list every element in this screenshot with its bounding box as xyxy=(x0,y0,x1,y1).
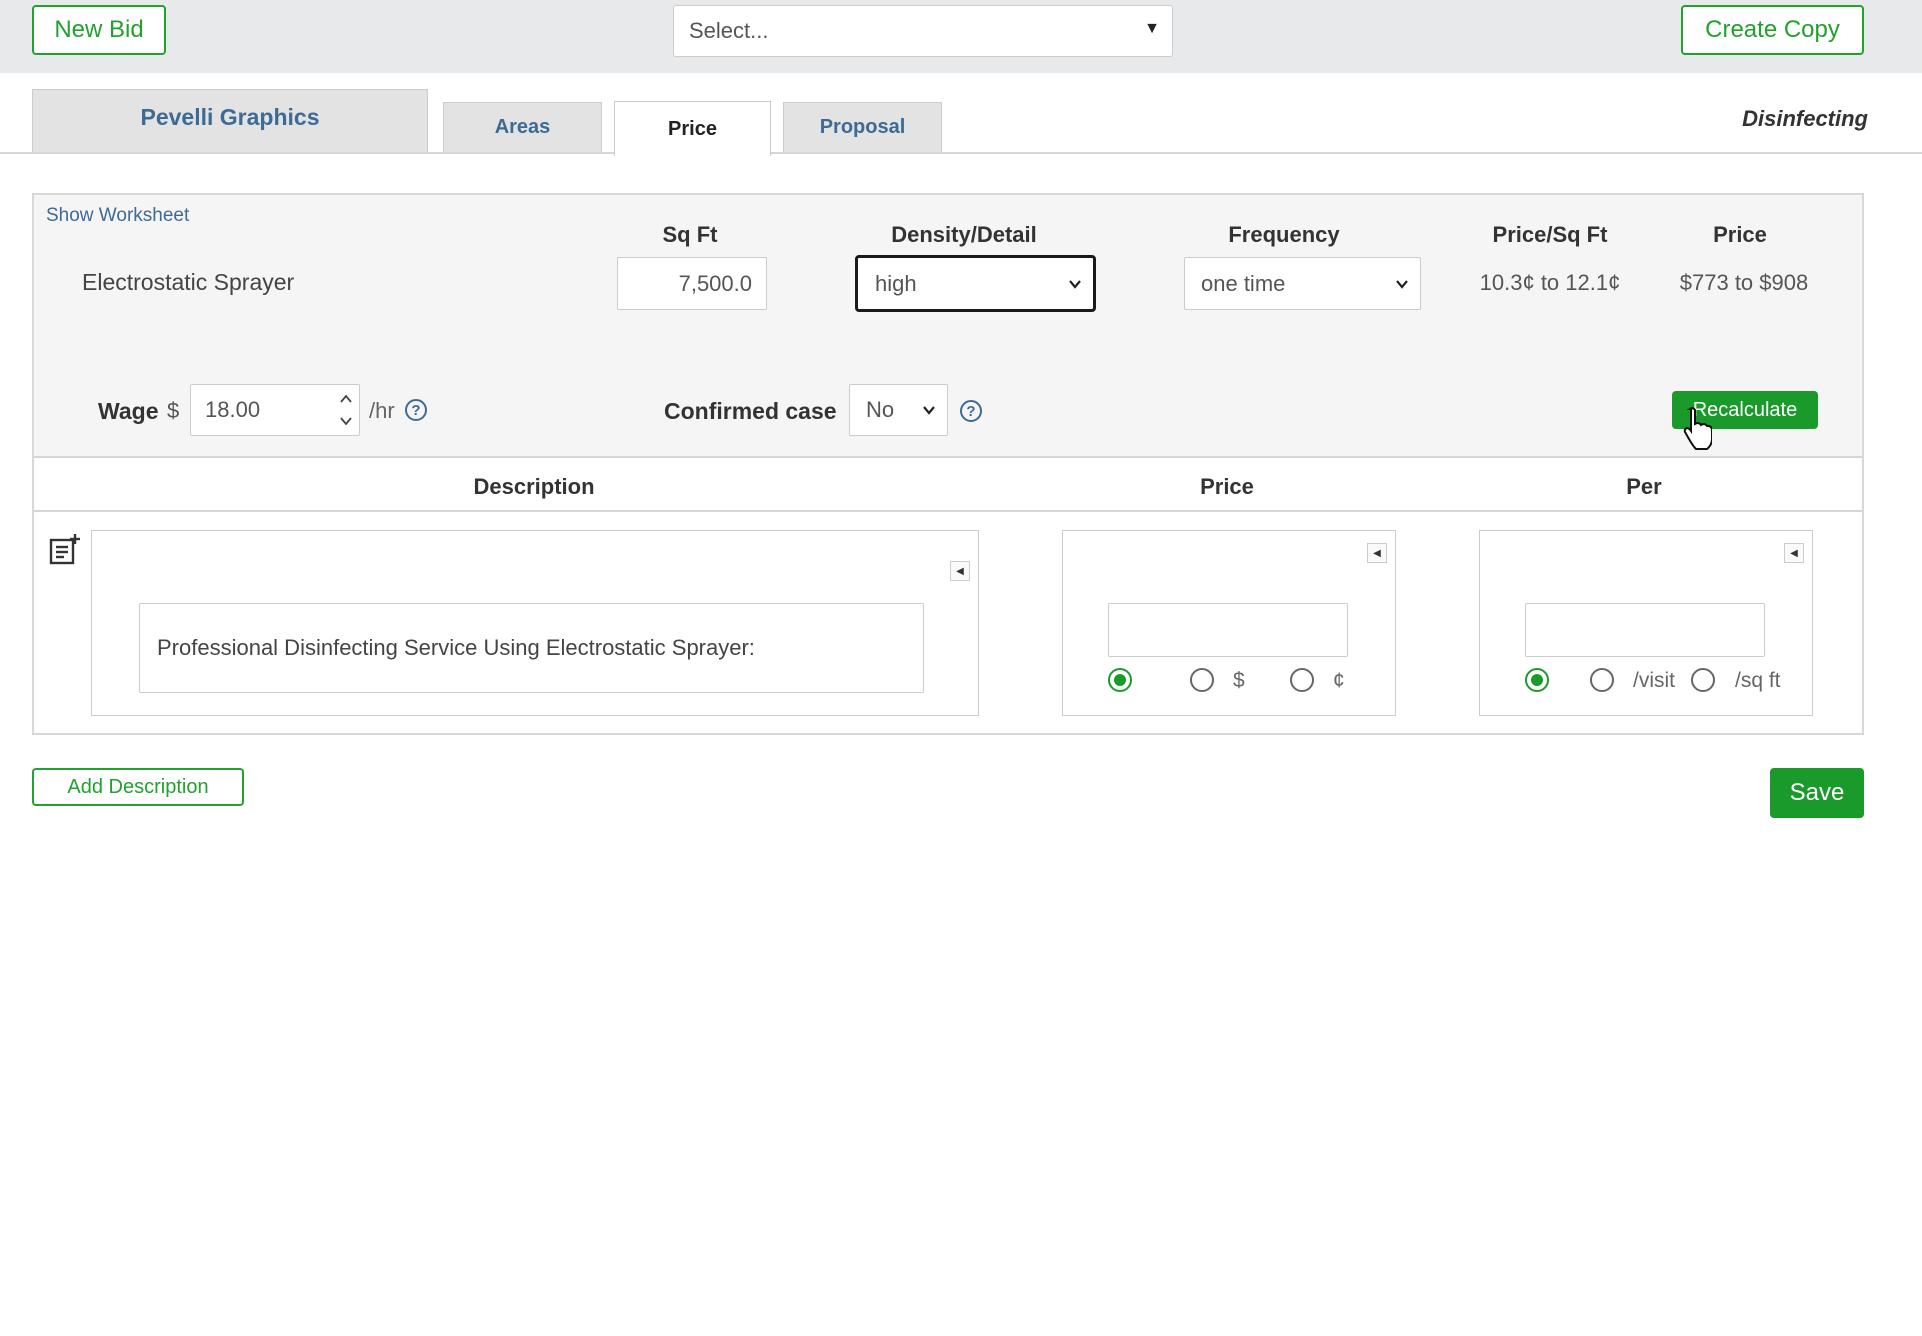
price-value: $773 to $908 xyxy=(1679,270,1809,295)
show-worksheet-link[interactable]: Show Worksheet xyxy=(46,205,189,227)
per-radio-sqft[interactable] xyxy=(1691,668,1715,692)
collapse-arrow-icon[interactable]: ◀ xyxy=(1784,543,1804,563)
density-value: high xyxy=(875,270,917,296)
per-sqft-label: /sq ft xyxy=(1735,669,1781,692)
per-radio-blank[interactable] xyxy=(1525,668,1549,692)
wage-label: Wage xyxy=(98,398,159,424)
per-radio-visit[interactable] xyxy=(1590,668,1614,692)
tab-areas[interactable]: Areas xyxy=(443,102,602,152)
wage-value: 18.00 xyxy=(205,397,261,422)
header-per: Per xyxy=(1626,474,1662,499)
table-top-divider xyxy=(34,456,1862,458)
price-radio-dollar[interactable] xyxy=(1190,668,1214,692)
confirmed-case-label: Confirmed case xyxy=(664,398,837,424)
price-radio-cent[interactable] xyxy=(1290,668,1314,692)
tab-company[interactable]: Pevelli Graphics xyxy=(32,89,428,152)
tab-baseline xyxy=(0,152,1922,154)
tab-price[interactable]: Price xyxy=(614,101,771,156)
collapse-arrow-icon[interactable]: ◀ xyxy=(950,561,970,581)
line-price-input[interactable] xyxy=(1108,603,1348,657)
caret-down-icon: ▼ xyxy=(1144,20,1160,37)
tab-proposal[interactable]: Proposal xyxy=(783,102,942,152)
confirmed-case-help-icon[interactable]: ? xyxy=(960,400,982,422)
new-bid-button[interactable]: New Bid xyxy=(32,5,166,55)
table-header-divider xyxy=(34,510,1862,512)
line-price-cell: ◀ $ ¢ xyxy=(1062,530,1396,716)
sqft-input[interactable]: 7,500.0 xyxy=(617,257,767,310)
hand-cursor-icon xyxy=(1683,407,1712,450)
create-copy-button[interactable]: Create Copy xyxy=(1681,5,1864,55)
add-note-icon[interactable] xyxy=(49,533,83,567)
spinner-icon[interactable] xyxy=(339,393,353,427)
bid-select-placeholder: Select... xyxy=(689,18,769,43)
price-cent-label: ¢ xyxy=(1333,669,1345,692)
wage-currency: $ xyxy=(167,398,180,423)
density-select[interactable]: high xyxy=(855,255,1096,312)
per-input[interactable] xyxy=(1525,603,1765,657)
frequency-value: one time xyxy=(1201,270,1286,296)
save-button[interactable]: Save xyxy=(1770,768,1864,818)
chevron-down-icon xyxy=(1396,279,1408,289)
confirmed-case-select[interactable]: No xyxy=(849,384,948,436)
wage-help-icon[interactable]: ? xyxy=(405,399,427,421)
price-radio-blank[interactable] xyxy=(1108,668,1132,692)
collapse-arrow-icon[interactable]: ◀ xyxy=(1367,543,1387,563)
header-price: Price xyxy=(1713,222,1767,247)
add-description-button[interactable]: Add Description xyxy=(32,768,244,806)
service-name-label: Disinfecting xyxy=(1742,106,1868,131)
header-sqft: Sq Ft xyxy=(662,222,718,247)
header-description: Description xyxy=(473,474,595,499)
service-row-label: Electrostatic Sprayer xyxy=(82,269,295,295)
header-frequency: Frequency xyxy=(1228,222,1340,247)
frequency-select[interactable]: one time xyxy=(1184,257,1421,310)
description-text-field[interactable]: Professional Disinfecting Service Using … xyxy=(139,603,924,693)
header-line-price: Price xyxy=(1200,474,1254,499)
wage-unit: /hr xyxy=(369,398,395,423)
chevron-down-icon xyxy=(1069,279,1081,289)
per-cell: ◀ /visit /sq ft xyxy=(1479,530,1813,716)
confirmed-case-value: No xyxy=(866,397,895,422)
header-density: Density/Detail xyxy=(891,222,1037,247)
price-dollar-label: $ xyxy=(1233,669,1245,692)
bid-select-dropdown[interactable]: Select... ▼ xyxy=(673,5,1173,57)
per-visit-label: /visit xyxy=(1633,669,1675,692)
wage-input[interactable]: 18.00 xyxy=(190,384,360,436)
description-cell: ◀ Professional Disinfecting Service Usin… xyxy=(91,530,979,716)
chevron-down-icon xyxy=(923,406,935,415)
header-price-per-sqft: Price/Sq Ft xyxy=(1492,222,1608,247)
price-per-sqft-value: 10.3¢ to 12.1¢ xyxy=(1479,270,1621,295)
